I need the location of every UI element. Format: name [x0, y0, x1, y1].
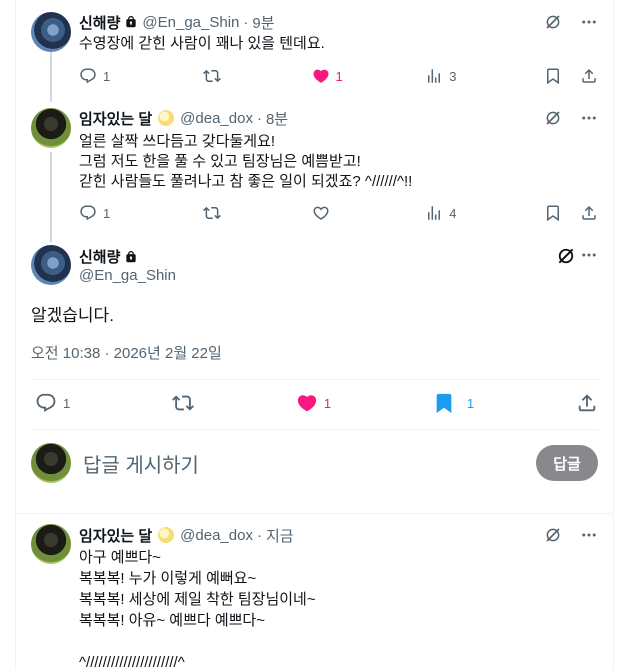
- post-actions: 1 4: [79, 203, 598, 223]
- moon-icon: [158, 527, 175, 543]
- reply-count: 1: [103, 68, 111, 84]
- like-count: 1: [323, 395, 332, 411]
- thread-post[interactable]: 임자있는 달 @dea_dox · 8분 얼른 살짝 쓰다듬고 갖다둘게요! 그…: [15, 100, 614, 240]
- moon-icon: [158, 110, 175, 126]
- more-icon[interactable]: [580, 109, 598, 127]
- more-icon[interactable]: [580, 526, 598, 544]
- reply-button[interactable]: 1: [79, 67, 203, 85]
- avatar: [31, 443, 71, 483]
- views-button[interactable]: 3: [425, 67, 544, 85]
- author-name[interactable]: 신해량: [79, 12, 120, 33]
- post-text: 알겠습니다.: [31, 306, 114, 325]
- avatar[interactable]: [31, 108, 71, 148]
- author-handle[interactable]: @dea_dox: [180, 110, 253, 127]
- post-actions: 1 1 3: [79, 66, 598, 86]
- author-name[interactable]: 임자있는 달: [79, 525, 152, 546]
- more-icon[interactable]: [580, 246, 598, 269]
- avatar[interactable]: [31, 524, 71, 564]
- post-text: 아구 예쁘다~ 복복복! 누가 이렇게 예뻐요~ 복복복! 세상에 제일 착한 …: [79, 549, 316, 670]
- dot-separator: ·: [256, 526, 262, 544]
- share-button[interactable]: [576, 392, 598, 414]
- reply-button[interactable]: 1: [35, 392, 70, 414]
- dot-separator: ·: [243, 13, 249, 31]
- reply-input[interactable]: 답글 게시하기: [83, 449, 199, 478]
- focused-post: 신해량 @En_ga_Shin 알겠습니다. 오전 10:38 · 2026년 …: [15, 240, 614, 430]
- dot-separator: ·: [256, 109, 262, 127]
- author-handle[interactable]: @En_ga_Shin: [142, 14, 239, 31]
- author-handle[interactable]: @dea_dox: [180, 527, 253, 544]
- repost-button[interactable]: [202, 204, 312, 222]
- bookmark-button[interactable]: 1: [433, 392, 474, 414]
- bookmark-count: 1: [466, 395, 475, 411]
- like-button[interactable]: 1: [296, 392, 331, 414]
- repost-button[interactable]: [202, 67, 312, 85]
- avatar[interactable]: [31, 245, 71, 285]
- post-timestamp[interactable]: 오전 10:38 · 2026년 2월 22일: [31, 342, 222, 363]
- author-name[interactable]: 임자있는 달: [79, 108, 152, 129]
- grok-icon[interactable]: [544, 109, 562, 127]
- share-icon[interactable]: [580, 67, 598, 85]
- author-name[interactable]: 신해량: [79, 246, 120, 267]
- avatar[interactable]: [31, 12, 71, 52]
- post-time[interactable]: 9분: [252, 12, 274, 33]
- like-button[interactable]: [312, 204, 426, 222]
- more-icon[interactable]: [580, 13, 598, 31]
- author-handle[interactable]: @En_ga_Shin: [79, 267, 176, 284]
- reply-button[interactable]: 1: [79, 204, 203, 222]
- grok-icon[interactable]: [544, 13, 562, 31]
- reply-submit-button[interactable]: 답글: [536, 445, 598, 481]
- view-count: 3: [449, 68, 457, 84]
- post-time[interactable]: 지금: [266, 525, 294, 546]
- reply-count: 1: [103, 205, 111, 221]
- share-icon[interactable]: [580, 204, 598, 222]
- thread-post[interactable]: 신해량 @En_ga_Shin · 9분 수영장에 갇힌 사람이 꽤나 있을 텐…: [15, 0, 614, 100]
- repost-button[interactable]: [172, 392, 194, 414]
- bookmark-icon[interactable]: [544, 67, 562, 85]
- lock-icon: [124, 250, 138, 264]
- divider: [31, 379, 598, 380]
- post-text: 수영장에 갇힌 사람이 꽤나 있을 텐데요.: [79, 35, 325, 52]
- like-button[interactable]: 1: [312, 67, 426, 85]
- like-count: 1: [335, 68, 343, 84]
- reply-post[interactable]: 임자있는 달 @dea_dox · 지금 아구 예쁘다~ 복복복! 누가 이렇게…: [15, 514, 614, 670]
- post-time[interactable]: 8분: [266, 108, 288, 129]
- post-text: 얼른 살짝 쓰다듬고 갖다둘게요! 그럼 저도 한을 풀 수 있고 팀장님은 예…: [79, 133, 413, 190]
- post-actions: 1 1 1: [35, 391, 598, 415]
- reply-composer: 답글 게시하기 답글: [15, 430, 614, 510]
- grok-icon[interactable]: [544, 526, 562, 544]
- reply-count: 1: [63, 395, 71, 411]
- views-button[interactable]: 4: [425, 204, 544, 222]
- bookmark-icon[interactable]: [544, 204, 562, 222]
- lock-icon: [124, 15, 138, 29]
- view-count: 4: [449, 205, 457, 221]
- grok-icon[interactable]: [556, 246, 576, 271]
